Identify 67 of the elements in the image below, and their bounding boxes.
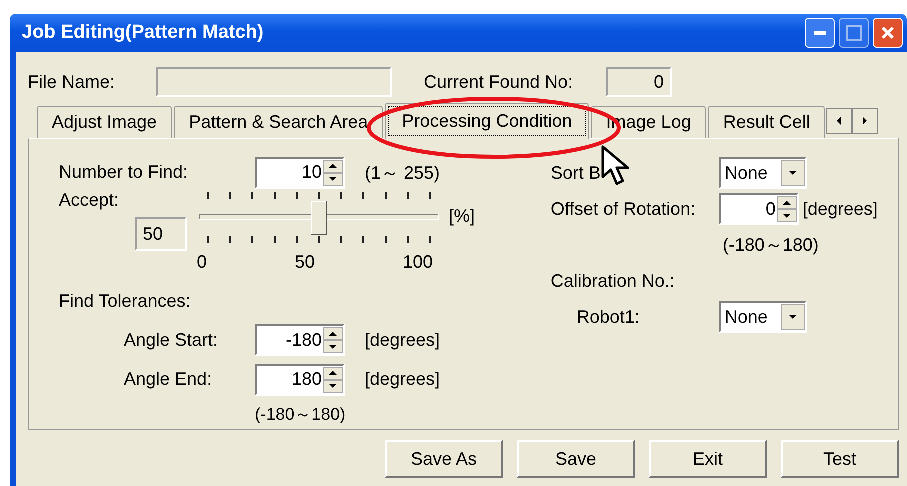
tab-scroll-left-button[interactable]: [826, 108, 852, 134]
spin-field[interactable]: 0: [718, 193, 799, 225]
current-found-field: 0: [606, 67, 672, 97]
angle-label: Angle Start:: [124, 330, 220, 351]
spin-up-button[interactable]: [323, 160, 343, 173]
down-arrow-icon: [329, 342, 337, 351]
maximize-icon: [846, 25, 862, 41]
tab[interactable]: Pattern & Search Area: [174, 106, 384, 138]
accept-value-field: 50: [135, 217, 187, 252]
number-to-find-label: Number to Find:: [59, 162, 190, 184]
scale-label: 50: [294, 252, 315, 274]
range-hint: (-180～180): [255, 404, 346, 426]
spin-down-button[interactable]: [323, 172, 343, 186]
current-found-label: Current Found No:: [424, 72, 574, 92]
scale-label: 100: [402, 252, 433, 274]
dialog-button[interactable]: Save: [517, 440, 635, 478]
offset-rotation-label: Offset of Rotation:: [550, 198, 697, 220]
tab-scroll-right-button[interactable]: [852, 108, 878, 134]
dropdown[interactable]: None: [718, 301, 807, 333]
slider-thumb[interactable]: [311, 201, 327, 236]
spin-field[interactable]: 180: [255, 364, 345, 396]
spin-up-button[interactable]: [323, 327, 343, 340]
range-hint: (-180～180): [722, 234, 819, 257]
maximize-button[interactable]: [839, 18, 869, 48]
file-name-label: File Name:: [28, 72, 116, 92]
dialog-button[interactable]: Save As: [385, 440, 503, 478]
unit-label: [degrees]: [365, 369, 440, 390]
sort-by-label: Sort B: [550, 162, 719, 184]
scale-label: 0: [197, 252, 208, 274]
dialog-button[interactable]: Exit: [649, 440, 767, 478]
spin-down-button[interactable]: [776, 209, 797, 222]
minimize-button[interactable]: [805, 18, 835, 48]
up-arrow-icon: [329, 330, 337, 338]
unit-label: [degrees]: [365, 330, 440, 351]
robot-label: Robot1:: [576, 306, 641, 328]
close-button[interactable]: [873, 18, 903, 48]
window-title: Job Editing(Pattern Match): [22, 22, 265, 44]
accept-label: Accept:: [59, 190, 120, 212]
spin-down-button[interactable]: [323, 340, 343, 354]
right-arrow-icon: [861, 117, 870, 125]
percent-unit: [%]: [449, 206, 476, 228]
dialog-button[interactable]: Test: [781, 440, 899, 478]
up-arrow-icon: [329, 162, 337, 170]
minimize-icon: [814, 31, 826, 35]
spin-field[interactable]: -180: [255, 324, 345, 356]
dropdown-arrow-icon: [788, 169, 797, 177]
angle-label: Angle End:: [124, 369, 214, 390]
up-arrow-icon: [329, 369, 337, 378]
spin-up-button[interactable]: [776, 196, 797, 209]
down-arrow-icon: [782, 212, 791, 220]
close-icon: [881, 26, 895, 40]
down-arrow-icon: [329, 175, 337, 184]
unit-label: [degrees]: [802, 198, 878, 220]
tab[interactable]: Processing Condition: [385, 103, 590, 139]
tab[interactable]: Result Cell: [708, 106, 826, 138]
dropdown[interactable]: None: [718, 157, 807, 189]
tab[interactable]: Adjust Image: [37, 106, 172, 138]
dropdown-arrow-icon: [788, 313, 797, 321]
spin-field[interactable]: 10: [255, 156, 345, 189]
range-hint: (1～ 255): [365, 162, 440, 185]
spin-down-button[interactable]: [323, 380, 343, 393]
down-arrow-icon: [329, 382, 337, 390]
find-tolerances-label: Find Tolerances:: [59, 291, 191, 312]
left-arrow-icon: [835, 117, 844, 125]
spin-up-button[interactable]: [323, 366, 343, 380]
calibration-label: Calibration No.:: [550, 270, 675, 292]
up-arrow-icon: [782, 198, 791, 206]
